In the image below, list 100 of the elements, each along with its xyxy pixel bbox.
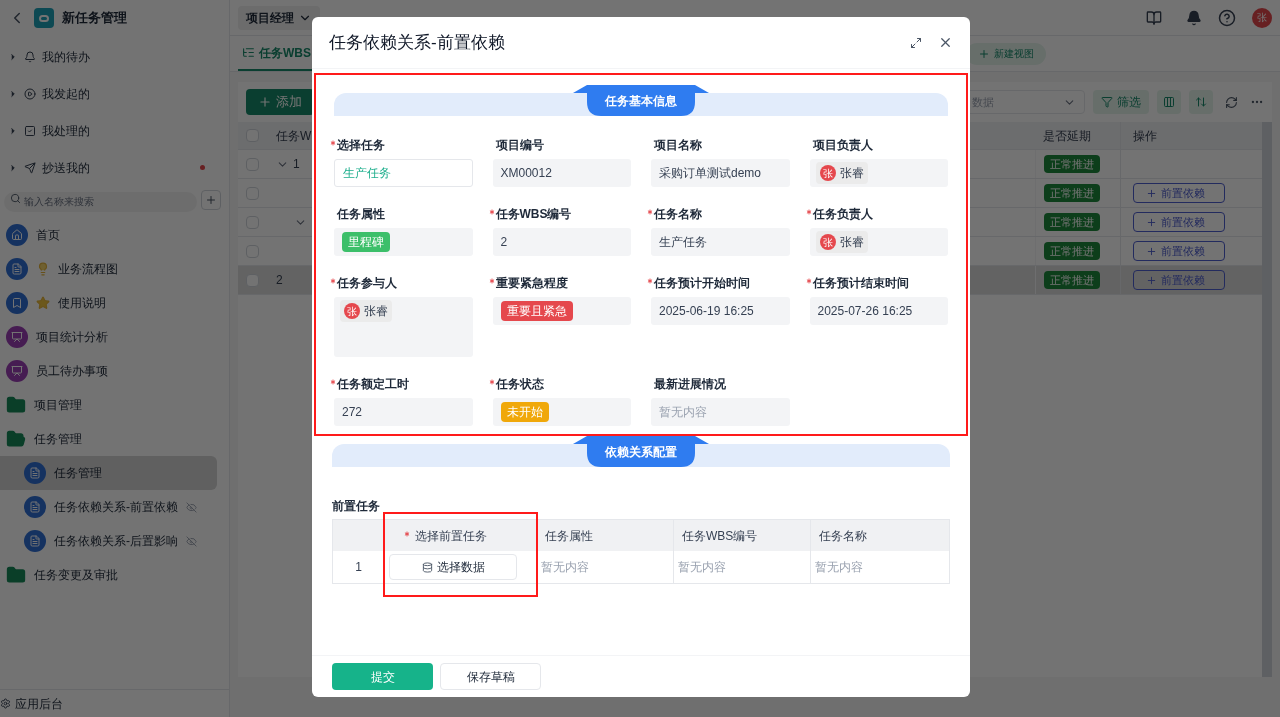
column-header: 是否延期 — [1043, 127, 1091, 145]
add-dependency-button[interactable]: 前置依赖 — [1133, 241, 1225, 261]
readonly-field: 采购订单测试demo — [651, 159, 790, 187]
user-name: 张睿 — [364, 303, 388, 320]
readonly-field: 2025-06-19 16:25 — [651, 297, 790, 325]
user-name: 张睿 — [839, 165, 864, 182]
plus-icon — [1146, 187, 1157, 199]
readonly-field: 2 — [492, 228, 631, 256]
field-label: 项目负责人 — [812, 137, 873, 154]
required-icon — [804, 277, 813, 285]
column-header: 任务W — [276, 127, 312, 145]
add-dependency-button[interactable]: 前置依赖 — [1133, 183, 1225, 203]
column-header: 选择前置任务 — [415, 527, 487, 545]
plus-icon — [1146, 245, 1157, 257]
role-dropdown[interactable]: 项目经理 — [238, 5, 320, 30]
item-label: 首页 — [36, 227, 60, 244]
item-label: 项目管理 — [34, 397, 82, 414]
home-icon — [6, 224, 28, 246]
field-label: 任务预计结束时间 — [812, 275, 909, 292]
document-icon — [24, 496, 46, 518]
plus-icon — [258, 95, 272, 109]
book-icon[interactable] — [1146, 9, 1162, 26]
caret-icon — [8, 51, 18, 62]
readonly-field: 2025-07-26 16:25 — [809, 297, 948, 325]
bell-icon — [24, 50, 36, 63]
item-label: 抄送我的 — [42, 159, 90, 177]
star-icon — [36, 296, 50, 310]
section-title: 任务基本信息 — [573, 85, 709, 116]
status-tag: 正常推进 — [1044, 212, 1100, 232]
document-icon — [6, 258, 28, 280]
save-draft-button[interactable]: 保存草稿 — [440, 663, 541, 690]
presentation-icon — [6, 326, 28, 348]
checkbox-icon — [24, 124, 36, 137]
presentation-icon — [6, 360, 28, 382]
item-label: 项目统计分析 — [36, 329, 108, 346]
required-icon — [329, 277, 337, 285]
document-icon — [24, 462, 46, 484]
sidebar-item[interactable]: 任务管理 — [0, 456, 217, 490]
plus-icon — [1146, 216, 1157, 228]
item-label: 任务管理 — [54, 465, 102, 482]
section-title: 依赖关系配置 — [573, 436, 709, 467]
progress-field[interactable]: 暂无内容 — [651, 398, 790, 426]
field-label: 任务属性 — [337, 206, 385, 223]
sidebar-item[interactable]: 我的待办 — [0, 38, 229, 75]
sidebar-item[interactable]: 我发起的 — [0, 75, 229, 112]
refresh-icon[interactable] — [1225, 95, 1238, 109]
add-button[interactable] — [201, 190, 221, 210]
item-label: 业务流程图 — [58, 261, 118, 278]
sidebar-item[interactable]: 我处理的 — [0, 112, 229, 149]
submit-button[interactable]: 提交 — [332, 663, 433, 690]
subtable-label: 前置任务 — [332, 498, 381, 515]
column-header: 任务名称 — [819, 527, 867, 545]
select-data-button[interactable]: 选择数据 — [389, 554, 517, 580]
add-record-button[interactable]: 添加 — [246, 89, 314, 115]
readonly-field: XM00012 — [492, 159, 631, 187]
field-label: 选择任务 — [337, 137, 385, 154]
field-label: 重要紧急程度 — [495, 275, 568, 292]
item-label: 任务变更及审批 — [34, 567, 118, 584]
send-icon — [24, 161, 36, 174]
item-label: 我发起的 — [42, 85, 90, 103]
close-icon[interactable] — [938, 35, 953, 50]
task-select-field[interactable]: 生产任务 — [334, 159, 473, 187]
caret-icon — [8, 125, 18, 136]
empty-cell-text: 暂无内容 — [678, 559, 726, 576]
required-icon — [487, 277, 496, 285]
item-label: 我处理的 — [42, 122, 90, 140]
field-label: 项目编号 — [495, 137, 544, 154]
required-icon — [804, 208, 813, 216]
columns-icon — [1163, 96, 1175, 108]
column-header: 任务WBS编号 — [682, 527, 758, 545]
field-label: 任务参与人 — [337, 275, 397, 292]
table-cell-text: 1 — [293, 156, 300, 173]
help-icon[interactable] — [1218, 8, 1236, 27]
filter-button[interactable]: 筛选 — [1093, 90, 1149, 114]
required-icon — [403, 529, 411, 538]
plus-icon — [205, 194, 217, 206]
add-dependency-button[interactable]: 前置依赖 — [1133, 212, 1225, 232]
bell-icon[interactable] — [1186, 9, 1202, 26]
sidebar-item[interactable]: 抄送我的 — [0, 149, 229, 186]
status-tag: 正常推进 — [1044, 270, 1100, 290]
admin-link[interactable]: 应用后台 — [15, 694, 63, 713]
field-label: 项目名称 — [654, 137, 702, 154]
status-tag: 正常推进 — [1044, 154, 1100, 174]
sort-button[interactable] — [1189, 90, 1213, 114]
column-header: 操作 — [1133, 127, 1157, 145]
columns-button[interactable] — [1157, 90, 1181, 114]
required-icon — [487, 208, 496, 216]
field-label: 任务WBS编号 — [495, 206, 572, 223]
status-tag: 正常推进 — [1044, 241, 1100, 261]
dialog-title: 任务依赖关系-前置依赖 — [329, 31, 505, 54]
avatar: 张 — [819, 165, 836, 181]
user-avatar[interactable]: 张 — [1252, 7, 1272, 28]
document-icon — [24, 530, 46, 552]
expand-icon[interactable] — [910, 36, 922, 49]
item-label: 我的待办 — [42, 48, 90, 66]
sort-icon — [1195, 96, 1207, 108]
settings-icon — [0, 698, 11, 709]
value-tag: 重要且紧急 — [500, 301, 573, 321]
item-label: 使用说明 — [58, 295, 106, 312]
field-label: 任务名称 — [654, 206, 702, 223]
